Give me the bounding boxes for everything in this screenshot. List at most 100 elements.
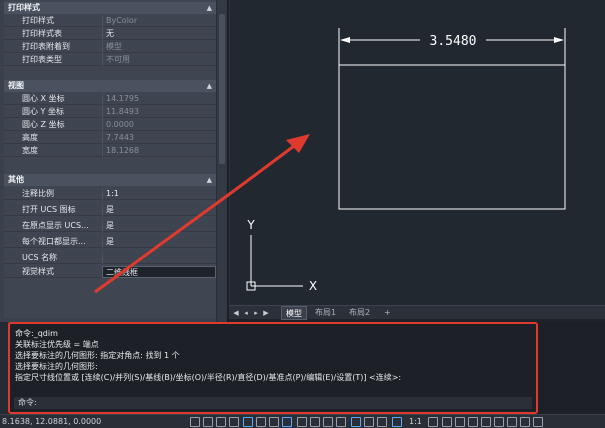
dimension-text[interactable]: 3.5480 <box>430 34 477 49</box>
property-value[interactable]: 无 <box>102 28 216 40</box>
property-value[interactable]: ByColor <box>102 15 216 27</box>
command-line-window: 命令:_qdim 关联标注优先级 = 端点 选择要标注的几何图形: 指定对角点:… <box>8 322 538 414</box>
property-row[interactable]: 圆心 X 坐标 14.1795 <box>4 93 216 105</box>
polar-tracking-icon[interactable] <box>243 417 253 427</box>
property-row[interactable]: 打印表类型 不可用 <box>4 54 216 66</box>
property-label: 注释比例 <box>22 189 54 198</box>
3d-osnap-icon[interactable] <box>336 417 346 427</box>
palette-scrollbar[interactable] <box>216 0 227 325</box>
isolate-objects-icon[interactable] <box>494 417 504 427</box>
dimension-arrow-right <box>554 37 564 43</box>
scrollbar-thumb[interactable] <box>219 14 225 164</box>
snap-icon[interactable] <box>216 417 226 427</box>
property-row[interactable]: 打开 UCS 图标 是 <box>4 204 216 216</box>
property-value[interactable]: 是 <box>102 236 216 248</box>
property-value[interactable] <box>102 252 216 264</box>
section-header-misc[interactable]: 其他 ▲ <box>4 174 216 186</box>
lineweight-icon[interactable] <box>297 417 307 427</box>
rectangle-entity[interactable] <box>338 64 566 210</box>
dynamic-ucs-icon[interactable] <box>351 417 361 427</box>
ucs-y-label: Y <box>246 218 255 232</box>
tab-last-icon[interactable]: ▶ <box>261 308 271 318</box>
section-header-view[interactable]: 视图 ▲ <box>4 80 216 92</box>
property-row[interactable]: UCS 名称 <box>4 252 216 264</box>
property-label: 每个视口都显示... <box>22 237 86 246</box>
property-row[interactable]: 高度 7.7443 <box>4 132 216 144</box>
drawing-canvas[interactable]: 3.5480 Y X <box>229 0 605 305</box>
history-line: 关联标注优先级 = 端点 <box>15 340 99 349</box>
selection-cycling-icon[interactable] <box>323 417 333 427</box>
section-title: 打印样式 <box>8 3 40 12</box>
clean-screen-icon[interactable] <box>520 417 530 427</box>
workspace-gear-icon[interactable] <box>428 417 438 427</box>
property-row[interactable]: 在原点显示 UCS... 是 <box>4 220 216 232</box>
property-label: 圆心 Z 坐标 <box>22 120 65 129</box>
property-value[interactable]: 二维线框 <box>102 266 216 278</box>
collapse-icon[interactable]: ▲ <box>207 174 212 186</box>
property-label: 打印表类型 <box>22 55 62 64</box>
model-space-icon[interactable] <box>190 417 200 427</box>
property-row[interactable]: 圆心 Y 坐标 11.8493 <box>4 106 216 118</box>
gizmo-icon[interactable] <box>377 417 387 427</box>
property-value[interactable]: 0.0000 <box>102 119 216 131</box>
annotation-visibility-icon[interactable] <box>392 417 402 427</box>
property-label: 圆心 X 坐标 <box>22 94 65 103</box>
property-row[interactable]: 注释比例 1:1 <box>4 188 216 200</box>
property-value[interactable]: 11.8493 <box>102 106 216 118</box>
history-line: 选择要标注的几何图形: 指定对角点: 找到 1 个 <box>15 351 180 360</box>
units-icon[interactable] <box>455 417 465 427</box>
graphics-performance-icon[interactable] <box>507 417 517 427</box>
property-label: 高度 <box>22 133 38 142</box>
tab-next-icon[interactable]: ▸ <box>251 308 261 318</box>
property-label: 在原点显示 UCS... <box>22 221 89 230</box>
property-row[interactable]: 打印样式表 无 <box>4 28 216 40</box>
property-value[interactable]: 14.1795 <box>102 93 216 105</box>
property-value[interactable]: 不可用 <box>102 54 216 66</box>
property-value[interactable]: 1:1 <box>102 188 216 200</box>
property-label: 打印表附着到 <box>22 42 70 51</box>
property-label: 宽度 <box>22 146 38 155</box>
command-line-grip[interactable] <box>0 322 8 414</box>
property-row[interactable]: 宽度 18.1268 <box>4 145 216 157</box>
tab-add[interactable]: + <box>380 306 395 320</box>
property-label: UCS 名称 <box>22 253 58 262</box>
command-history: 命令:_qdim 关联标注优先级 = 端点 选择要标注的几何图形: 指定对角点:… <box>15 328 535 383</box>
coordinate-readout: 8.1638, 12.0881, 0.0000 <box>2 417 102 426</box>
selection-filter-icon[interactable] <box>364 417 374 427</box>
isodraft-icon[interactable] <box>256 417 266 427</box>
object-snap-icon[interactable] <box>282 417 292 427</box>
command-input[interactable]: 命令: <box>14 397 532 409</box>
property-value[interactable]: 7.7443 <box>102 132 216 144</box>
ortho-icon[interactable] <box>229 417 239 427</box>
properties-palette: 打印样式 ▲ 打印样式 ByColor 打印样式表 无 打印表附着到 模型 打印表类型… <box>0 0 228 325</box>
property-value[interactable]: 18.1268 <box>102 145 216 157</box>
section-header-plot-style[interactable]: 打印样式 ▲ <box>4 2 216 14</box>
tab-first-icon[interactable]: ◀ <box>231 308 241 318</box>
tab-layout1[interactable]: 布局1 <box>311 306 340 320</box>
property-row[interactable]: 打印样式 ByColor <box>4 15 216 27</box>
property-row[interactable]: 打印表附着到 模型 <box>4 41 216 53</box>
grid-icon[interactable] <box>203 417 213 427</box>
status-bar: 8.1638, 12.0881, 0.0000 1:1 <box>0 414 605 428</box>
transparency-icon[interactable] <box>310 417 320 427</box>
property-value[interactable]: 是 <box>102 204 216 216</box>
property-row[interactable]: 圆心 Z 坐标 0.0000 <box>4 119 216 131</box>
property-row[interactable]: 视觉样式 二维线框 <box>4 266 216 278</box>
property-value[interactable]: 是 <box>102 220 216 232</box>
annotation-scale[interactable]: 1:1 <box>409 415 422 428</box>
quick-properties-icon[interactable] <box>468 417 478 427</box>
customization-menu-icon[interactable] <box>533 417 543 427</box>
tab-prev-icon[interactable]: ◂ <box>241 308 251 318</box>
property-label: 打印样式 <box>22 16 54 25</box>
lock-ui-icon[interactable] <box>481 417 491 427</box>
property-value[interactable]: 模型 <box>102 41 216 53</box>
collapse-icon[interactable]: ▲ <box>207 80 212 92</box>
annotation-monitor-icon[interactable] <box>442 417 452 427</box>
collapse-icon[interactable]: ▲ <box>207 2 212 14</box>
tab-layout2[interactable]: 布局2 <box>345 306 374 320</box>
property-label: 打印样式表 <box>22 29 62 38</box>
tab-model[interactable]: 模型 <box>281 306 307 320</box>
object-snap-tracking-icon[interactable] <box>269 417 279 427</box>
history-line: 选择要标注的几何图形: <box>15 362 98 371</box>
property-row[interactable]: 每个视口都显示... 是 <box>4 236 216 248</box>
